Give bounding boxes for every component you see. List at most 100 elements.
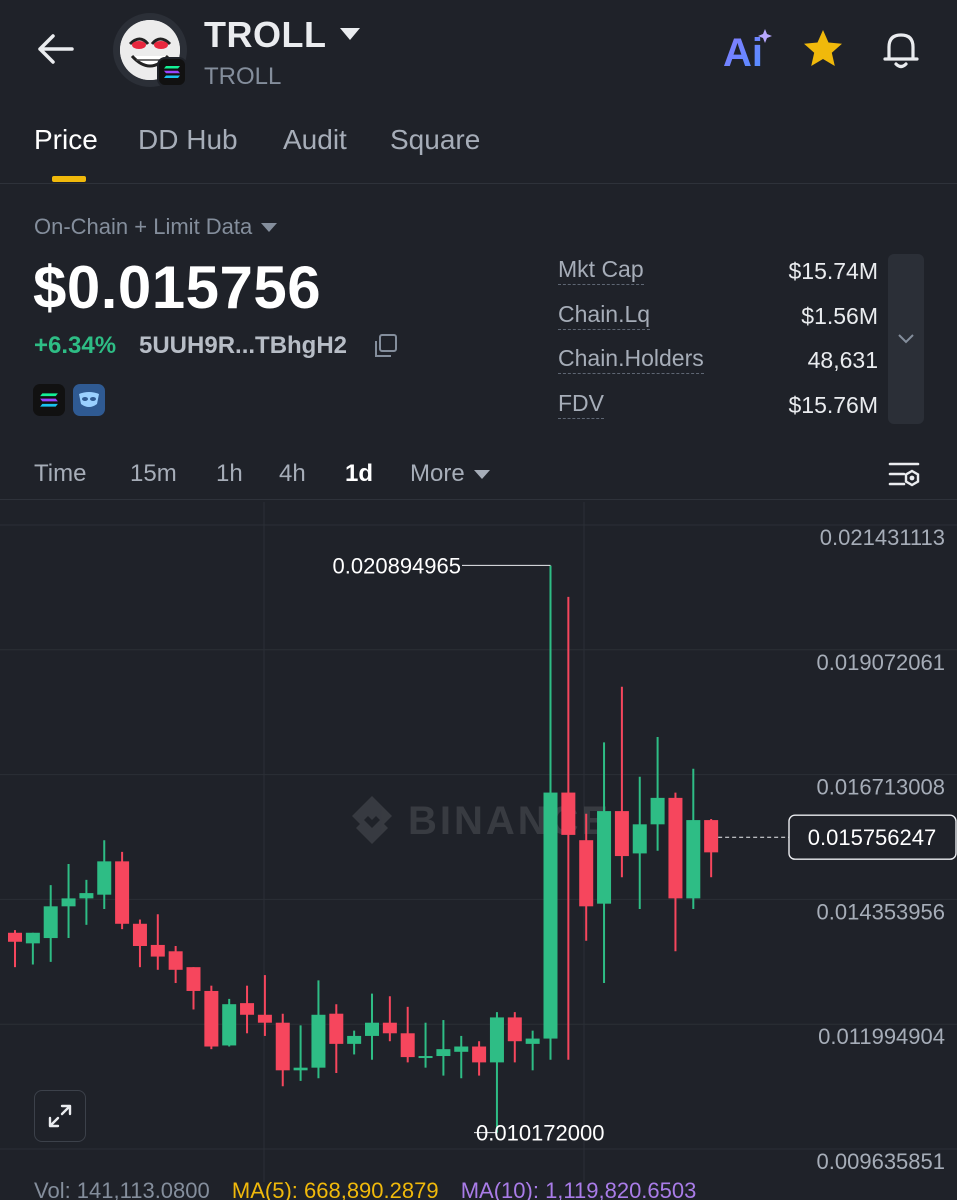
candle-body[interactable]: [240, 1003, 255, 1015]
candle-body[interactable]: [704, 820, 719, 853]
volume-value: Vol: 141,113.0800: [34, 1178, 210, 1200]
candle-body[interactable]: [43, 906, 58, 939]
candle-body[interactable]: [382, 1022, 397, 1034]
candle-body[interactable]: [8, 932, 22, 942]
chevron-down-icon: [898, 334, 914, 344]
candle-body[interactable]: [257, 1014, 272, 1023]
active-tab-indicator: [52, 176, 86, 182]
candle-body[interactable]: [507, 1017, 522, 1042]
interval-time[interactable]: Time: [34, 460, 86, 488]
back-arrow-icon[interactable]: [30, 24, 80, 74]
chevron-down-icon: [473, 470, 490, 479]
solana-badge-icon: [157, 57, 187, 87]
copy-icon[interactable]: [372, 333, 398, 359]
candle-body[interactable]: [400, 1033, 415, 1058]
candle-body[interactable]: [436, 1049, 451, 1057]
interval-4h[interactable]: 4h: [279, 460, 306, 488]
token-name[interactable]: TROLL: [204, 14, 326, 56]
y-axis-tick-label: 0.009635851: [817, 1149, 945, 1174]
svg-text:BINANCE: BINANCE: [408, 799, 611, 843]
ma10-value: MA(10): 1,119,820.6503: [460, 1178, 697, 1200]
candle-body[interactable]: [668, 797, 683, 899]
stat-chain-lq: Chain.Lq $1.56M: [558, 299, 884, 333]
ai-label: Ai: [723, 31, 763, 74]
candle-body[interactable]: [525, 1038, 540, 1044]
candle-body[interactable]: [650, 797, 665, 825]
ai-icon[interactable]: Ai: [718, 26, 774, 75]
main-tabs: Price DD Hub Audit Square: [0, 110, 957, 184]
stats-expand-button[interactable]: [888, 254, 924, 424]
chart-settings-icon[interactable]: [884, 454, 924, 494]
current-price: $0.015756: [33, 254, 322, 321]
price-change: +6.34%: [34, 332, 117, 359]
fullscreen-expand-icon[interactable]: [34, 1090, 86, 1142]
notification-bell-icon[interactable]: [878, 26, 924, 72]
token-symbol: TROLL: [204, 63, 282, 90]
interval-15m[interactable]: 15m: [130, 460, 177, 488]
high-price-label: 0.020894965: [333, 553, 461, 578]
candle-body[interactable]: [472, 1046, 487, 1063]
contract-address[interactable]: 5UUH9R...TBhgH2: [139, 332, 347, 360]
candle-body[interactable]: [115, 861, 130, 924]
y-axis-tick-label: 0.014353956: [817, 899, 945, 924]
tab-dd-hub[interactable]: DD Hub: [138, 124, 238, 156]
candle-body[interactable]: [168, 951, 183, 970]
candle-body[interactable]: [614, 811, 629, 857]
token-avatar: [113, 13, 187, 87]
stat-label[interactable]: FDV: [558, 390, 604, 419]
chart-canvas[interactable]: BINANCE 0.020894965 0.010172000 0.021431113…: [0, 502, 957, 1200]
stat-fdv: FDV $15.76M: [558, 388, 884, 422]
stat-value: $15.76M: [788, 392, 878, 418]
ma5-value: MA(5): 668,890.2879: [231, 1178, 439, 1200]
volume-indicator-bar: Vol: 141,113.0800 MA(5): 668,890.2879 MA…: [34, 1178, 712, 1200]
candle-body[interactable]: [186, 967, 201, 991]
solana-chain-icon[interactable]: [33, 384, 65, 416]
candle-body[interactable]: [132, 923, 147, 946]
candle-body[interactable]: [686, 820, 701, 899]
stat-value: $15.74M: [788, 258, 878, 284]
candle-body[interactable]: [25, 932, 40, 944]
low-price-label: 0.010172000: [476, 1121, 604, 1146]
dex-mask-icon[interactable]: [73, 384, 105, 416]
candlestick-chart[interactable]: BINANCE 0.020894965 0.010172000 0.021431113…: [0, 502, 957, 1200]
data-source-selector[interactable]: On-Chain + Limit Data: [34, 214, 278, 240]
candle-body[interactable]: [489, 1017, 504, 1063]
candle-body[interactable]: [329, 1013, 344, 1044]
tab-audit[interactable]: Audit: [283, 124, 347, 156]
candle-body[interactable]: [311, 1014, 326, 1068]
token-dropdown-icon[interactable]: [337, 24, 363, 44]
stat-label[interactable]: Chain.Holders: [558, 345, 704, 374]
stat-label[interactable]: Mkt Cap: [558, 256, 644, 285]
stat-value: $1.56M: [801, 303, 878, 329]
candle-body[interactable]: [79, 893, 94, 899]
interval-1h[interactable]: 1h: [216, 460, 243, 488]
candle-body[interactable]: [204, 990, 219, 1047]
candle-body[interactable]: [97, 861, 112, 895]
candle-body[interactable]: [579, 840, 594, 907]
stat-chain-holders: Chain.Holders 48,631: [558, 343, 884, 377]
candle-body[interactable]: [150, 944, 165, 957]
candle-body[interactable]: [347, 1035, 362, 1044]
interval-more[interactable]: More: [410, 460, 491, 488]
candle-body[interactable]: [632, 824, 647, 854]
interval-1d[interactable]: 1d: [345, 460, 373, 488]
y-axis-tick-label: 0.019072061: [817, 650, 945, 675]
candle-body[interactable]: [418, 1056, 433, 1059]
candle-body[interactable]: [222, 1004, 237, 1046]
y-axis-tick-label: 0.016713008: [817, 775, 945, 800]
candle-body[interactable]: [293, 1067, 308, 1071]
y-axis-tick-label: 0.021431113: [820, 525, 945, 550]
stat-label[interactable]: Chain.Lq: [558, 301, 651, 330]
tab-price[interactable]: Price: [34, 124, 98, 156]
candle-body[interactable]: [275, 1022, 290, 1071]
candle-body[interactable]: [561, 792, 576, 835]
candle-body[interactable]: [597, 811, 612, 904]
candle-body[interactable]: [365, 1022, 379, 1036]
candle-body[interactable]: [454, 1046, 469, 1052]
favorite-star-icon[interactable]: [800, 26, 846, 72]
candle-body[interactable]: [543, 792, 558, 1039]
tab-square[interactable]: Square: [390, 124, 480, 156]
current-price-badge-label: 0.015756247: [808, 825, 936, 850]
interval-more-label: More: [410, 460, 465, 487]
candle-body[interactable]: [61, 898, 76, 907]
